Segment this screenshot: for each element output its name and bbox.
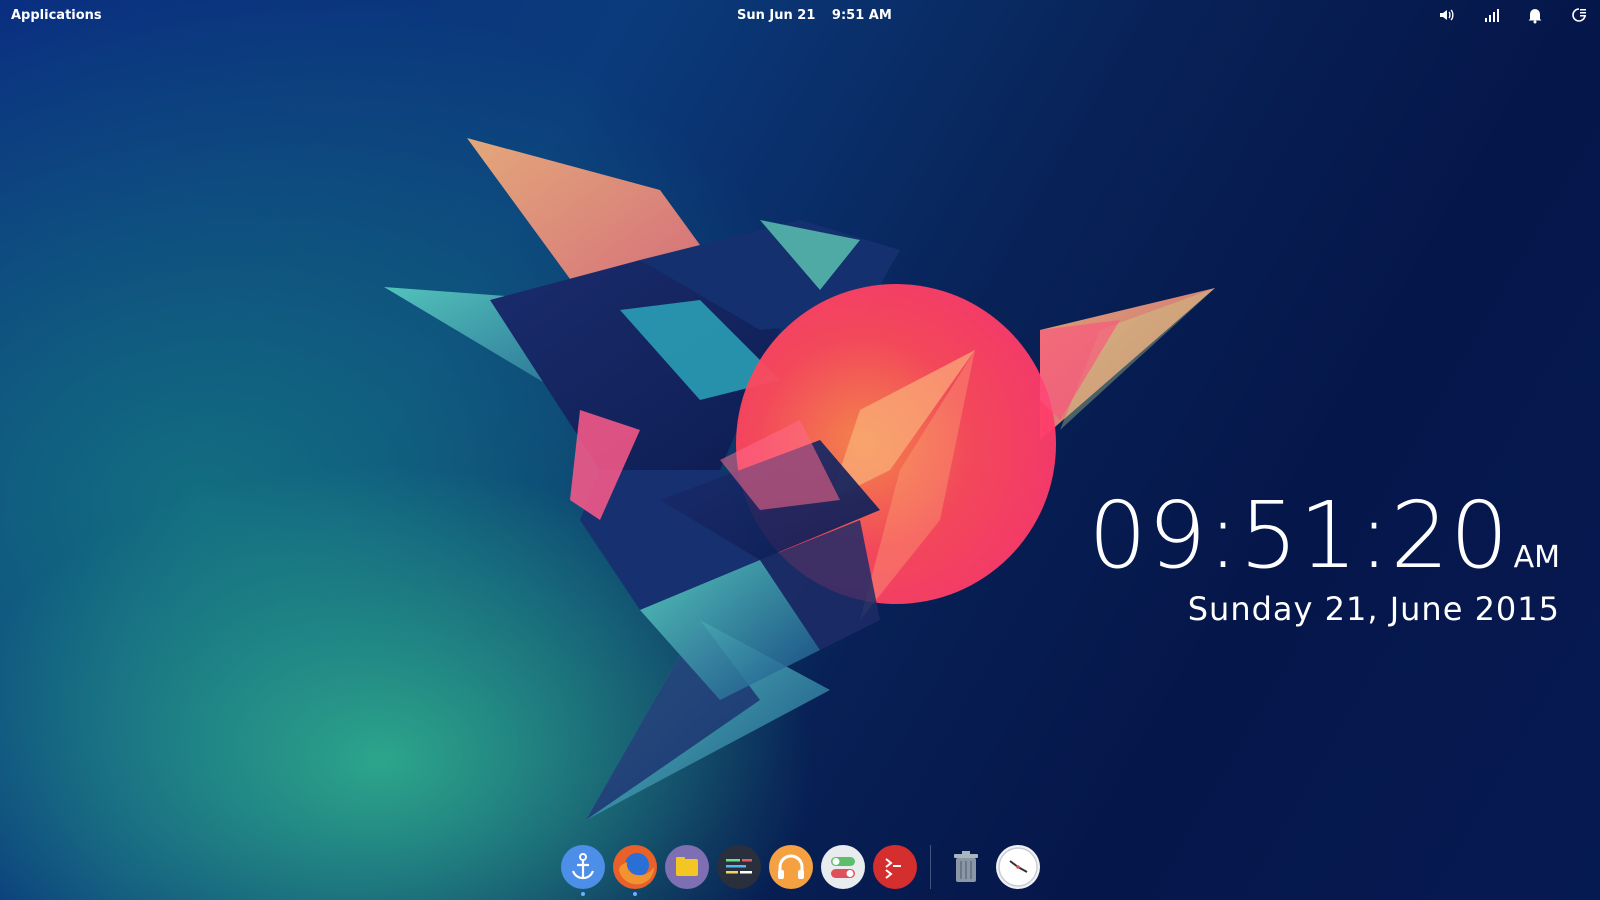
music-icon[interactable] [768, 844, 814, 890]
running-indicator [633, 892, 637, 896]
dock-separator [930, 845, 931, 889]
dock [560, 840, 1041, 896]
desktop-clock-widget: 09:51:20 AM Sunday 21, June 2015 [1088, 482, 1560, 629]
desktop-clock-date: Sunday 21, June 2015 [1187, 590, 1560, 628]
wallpaper-art [384, 138, 1215, 820]
volume-icon[interactable] [1438, 6, 1456, 24]
top-panel: Applications Sun Jun 21 9:51 AM [0, 0, 1600, 30]
terminal-icon[interactable] [872, 844, 918, 890]
session-icon[interactable] [1570, 6, 1588, 24]
anchor-icon[interactable] [560, 844, 606, 896]
notifications-icon[interactable] [1526, 6, 1544, 24]
clock-icon[interactable] [995, 844, 1041, 890]
desktop-clock-time: 09:51:20 [1088, 482, 1510, 589]
network-icon[interactable] [1482, 6, 1500, 24]
applications-menu[interactable]: Applications [11, 8, 102, 23]
running-indicator [581, 892, 585, 896]
settings-toggle-icon[interactable] [820, 844, 866, 890]
panel-date: Sun Jun 21 [737, 8, 816, 23]
indicator-area [1438, 6, 1588, 24]
firefox-icon[interactable] [612, 844, 658, 896]
desktop-clock-ampm: AM [1513, 540, 1560, 575]
code-editor-icon[interactable] [716, 844, 762, 890]
panel-clock[interactable]: Sun Jun 21 9:51 AM [737, 8, 892, 23]
trash-icon[interactable] [943, 844, 989, 890]
files-icon[interactable] [664, 844, 710, 890]
panel-time: 9:51 AM [831, 8, 892, 23]
